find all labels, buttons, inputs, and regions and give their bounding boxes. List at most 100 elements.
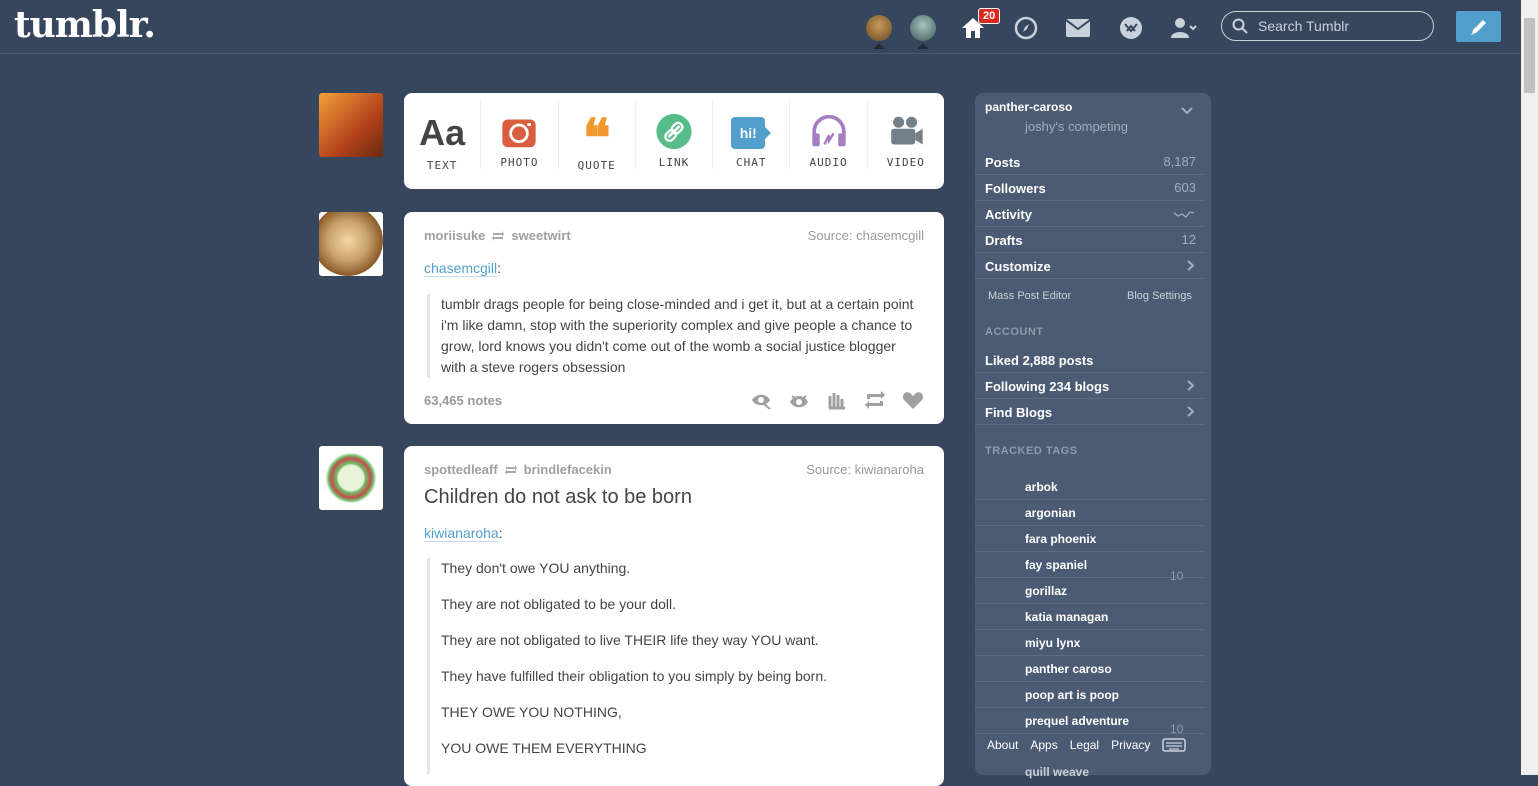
drafts-count: 12 [1181,232,1196,247]
quoted-user-link[interactable]: kiwianaroha [424,525,499,542]
legal-link[interactable]: Legal [1070,738,1099,752]
sidebar-item-label: Following 234 blogs [985,379,1110,394]
tag-label: prequel adventure [1025,714,1130,728]
compose-link-button[interactable]: LINK [636,101,714,169]
tag-label-partial[interactable]: quill weave [1025,765,1089,779]
notes-count[interactable]: 63,465 notes [424,393,502,408]
followers-count: 603 [1174,180,1196,195]
sidebar-item-likes[interactable]: Liked 2,888 posts [975,347,1204,373]
blog-avatar-1[interactable] [866,15,892,49]
quoted-user-line: kiwianaroha: [424,525,503,542]
sidebar-item-label: Liked 2,888 posts [985,353,1094,368]
account-menu-icon[interactable] [1169,13,1199,43]
tracked-tag-item[interactable]: poop art is poop [975,682,1204,708]
apps-link[interactable]: Apps [1030,738,1057,752]
blog-sidebar: panther-caroso joshy's competing Posts 8… [975,93,1211,779]
tracked-tag-item[interactable]: gorillaz 10 [975,569,1204,604]
share-icon[interactable] [750,390,772,410]
reblog-button-icon[interactable] [864,390,886,410]
blog-settings-link[interactable]: Blog Settings [1127,290,1192,302]
compose-chat-button[interactable]: hi! CHAT [713,101,791,169]
sidebar-item-drafts[interactable]: Drafts 12 [975,227,1204,253]
keyboard-shortcuts-icon[interactable] [1162,738,1187,752]
compose-video-label: VIDEO [886,156,925,169]
sidebar-item-activity[interactable]: Activity [975,201,1204,227]
post-type-composer: Aa TEXT PHOTO ❝ QUOTE LINK hi! CHAT AUDI… [404,93,944,189]
post-title: Children do not ask to be born [424,486,692,508]
post-author-avatar[interactable] [319,446,383,510]
about-link[interactable]: About [987,738,1018,752]
quoted-user-link[interactable]: chasemcgill [424,260,498,277]
inbox-mail-icon[interactable] [1063,13,1093,43]
sidebar-item-followers[interactable]: Followers 603 [975,175,1204,201]
hands-icon[interactable] [826,390,848,410]
privacy-link[interactable]: Privacy [1111,738,1150,752]
reblogged-from-link[interactable]: brindlefacekin [524,462,612,477]
tracked-tag-item[interactable]: prequel adventure 10 [975,708,1204,736]
post-author-link[interactable]: moriisuke [424,228,485,243]
tag-label: gorillaz [1025,584,1068,598]
watch-eye-icon[interactable] [788,390,810,410]
quote-icon: ❝ [582,108,611,169]
messaging-icon[interactable] [1116,13,1146,43]
search-icon [1232,18,1248,34]
post-author-avatar[interactable] [319,212,383,276]
blog-title: joshy's competing [1025,119,1128,134]
video-camera-icon [891,116,923,145]
tag-new-count: 10 [1170,569,1184,583]
compose-text-button[interactable]: Aa TEXT [404,101,482,172]
post-author-link[interactable]: spottedleaff [424,462,498,477]
search-input[interactable] [1256,17,1430,35]
explore-compass-icon[interactable] [1011,13,1041,43]
tracked-tag-item[interactable]: arbok [975,474,1204,500]
compose-audio-button[interactable]: AUDIO [790,101,868,169]
tumblr-logo[interactable]: tumblr. [14,4,156,46]
tag-label: argonian [1025,506,1076,520]
sidebar-item-label: Customize [985,259,1051,274]
sidebar-item-label: Followers [985,181,1046,196]
compose-quote-button[interactable]: ❝ QUOTE [559,101,636,172]
pencil-icon [1470,19,1486,35]
reblogged-from-link[interactable]: sweetwirt [511,228,570,243]
headphones-icon [811,114,846,147]
tracked-tag-item[interactable]: katia managan [975,604,1204,630]
sidebar-item-posts[interactable]: Posts 8,187 [975,149,1204,175]
like-heart-icon[interactable] [902,390,924,410]
tracked-tag-item[interactable]: argonian [975,500,1204,526]
posts-count: 8,187 [1163,154,1196,169]
chat-bubble-icon: hi! [731,113,772,150]
search-box[interactable] [1221,11,1434,41]
post-source-link[interactable]: Source: kiwianaroha [806,462,924,477]
sidebar-item-customize[interactable]: Customize [975,253,1204,279]
tracked-tags-heading: TRACKED TAGS [985,445,1078,457]
blog-name[interactable]: panther-caroso [985,100,1072,114]
tracked-tag-item[interactable]: miyu lynx [975,630,1204,656]
sidebar-item-following[interactable]: Following 234 blogs [975,373,1204,399]
quoted-user-line: chasemcgill: [424,260,502,277]
compose-photo-button[interactable]: PHOTO [481,101,559,169]
compose-photo-label: PHOTO [500,156,539,169]
post-source-link[interactable]: Source: chasemcgill [808,228,924,243]
page-scrollbar[interactable] [1521,0,1538,775]
quote-paragraph: YOU OWE THEM EVERYTHING [441,740,647,756]
compose-link-label: LINK [658,156,690,169]
compose-post-button[interactable] [1456,11,1501,42]
my-blog-avatar[interactable] [319,93,383,157]
compose-video-button[interactable]: VIDEO [868,101,944,169]
quote-paragraph: They have fulfilled their obligation to … [441,668,827,684]
sidebar-item-find-blogs[interactable]: Find Blogs [975,399,1204,425]
tag-label: panther caroso [1025,662,1112,676]
tag-new-count: 10 [1170,722,1184,736]
tag-label: fay spaniel [1025,558,1088,572]
chevron-down-icon[interactable] [1181,107,1193,115]
tracked-tag-item[interactable]: fara phoenix [975,526,1204,552]
tag-label: arbok [1025,480,1058,494]
post-header: moriisuke sweetwirt Source: chasemcgill [424,228,924,243]
inbox-count-badge: 20 [978,8,1001,24]
mass-post-editor-link[interactable]: Mass Post Editor [988,290,1071,302]
tracked-tag-item[interactable]: panther caroso [975,656,1204,682]
quote-paragraph: They are not obligated to be your doll. [441,596,677,612]
scrollbar-thumb[interactable] [1524,18,1535,93]
blog-avatar-2[interactable] [910,15,936,49]
quote-paragraph: They don't owe YOU anything. [441,560,631,576]
